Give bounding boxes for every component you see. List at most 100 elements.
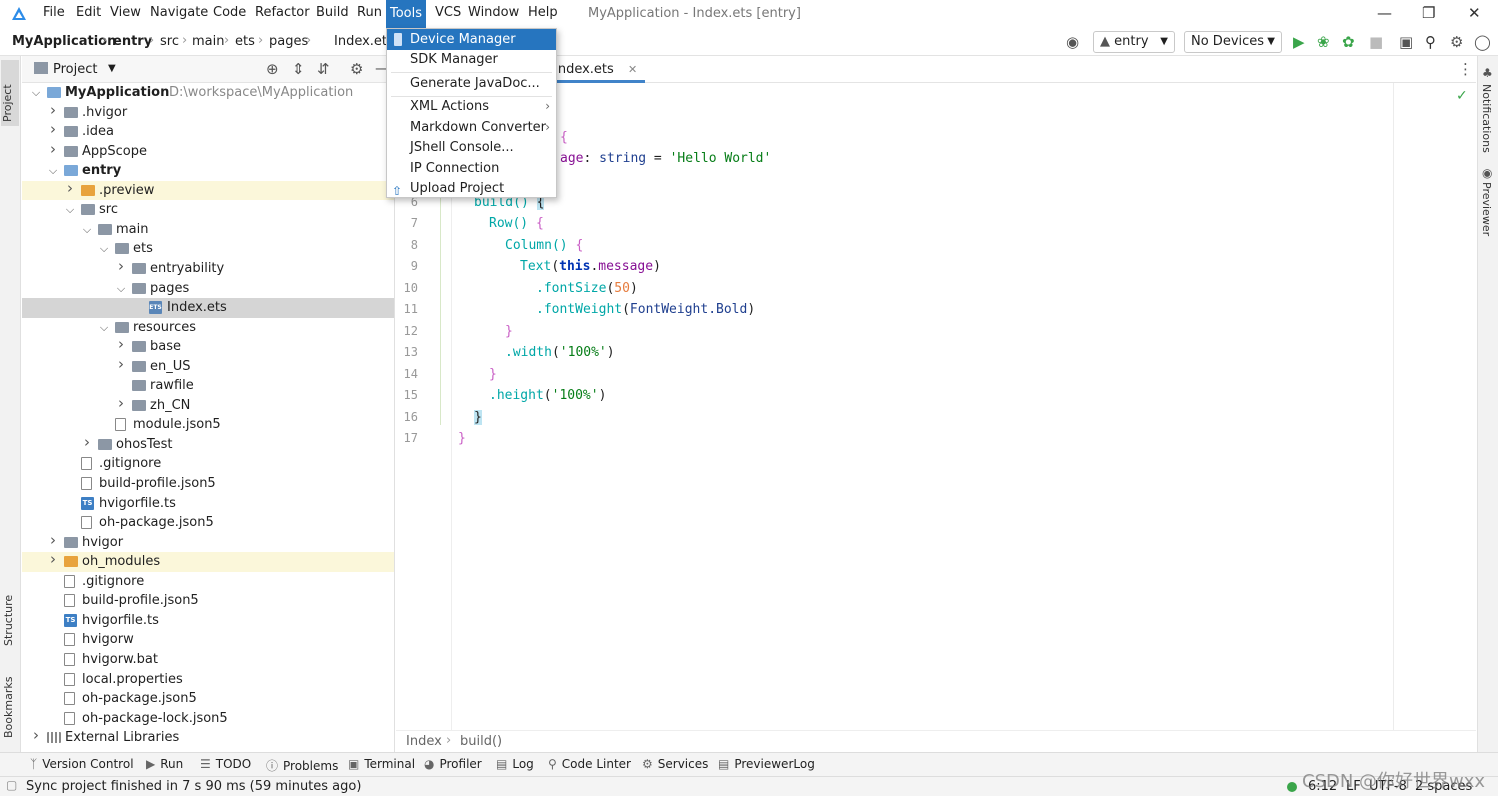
tool-services[interactable]: ⚙ Services: [642, 757, 708, 771]
chevron-right-icon[interactable]: ›: [81, 433, 93, 453]
tree-item[interactable]: .gitignore: [22, 454, 394, 474]
tool-code-linter[interactable]: ⚲ Code Linter: [548, 757, 631, 771]
chevron-right-icon[interactable]: ›: [47, 101, 59, 121]
tool-version-control[interactable]: ᛉ Version Control: [30, 757, 134, 771]
tree-item[interactable]: module.json5: [22, 415, 394, 435]
tree-item[interactable]: ⌵ MyApplication D:\workspace\MyApplication: [22, 83, 394, 103]
menu-view[interactable]: View: [110, 5, 141, 20]
tree-item[interactable]: TS hvigorfile.ts: [22, 494, 394, 514]
no-problems-check-icon[interactable]: ✓: [1456, 88, 1468, 104]
tool-problems[interactable]: ⓘ Problems: [266, 757, 338, 774]
account-icon[interactable]: ◯: [1474, 33, 1491, 51]
chevron-right-icon[interactable]: ›: [47, 120, 59, 140]
gear-icon[interactable]: ⚙: [1450, 33, 1463, 51]
tree-item[interactable]: › External Libraries: [22, 726, 394, 748]
tree-item[interactable]: ⌵ resources: [22, 318, 394, 338]
menu-window[interactable]: Window: [468, 5, 519, 20]
tree-item[interactable]: › hvigor: [22, 531, 394, 553]
breadcrumb-file[interactable]: Index.ets: [334, 34, 394, 49]
debug-icon[interactable]: ❀: [1317, 33, 1330, 51]
chevron-down-icon[interactable]: ⌵: [47, 161, 59, 181]
status-indicator-icon[interactable]: [1287, 782, 1297, 792]
status-message[interactable]: Sync project finished in 7 s 90 ms (59 m…: [26, 779, 361, 794]
menu-item-ip-connection[interactable]: IP Connection: [387, 158, 556, 179]
project-view-title[interactable]: Project: [53, 62, 97, 77]
breadcrumb-entry[interactable]: entry: [113, 34, 152, 49]
menu-item-sdk-manager[interactable]: SDK Manager: [387, 49, 556, 70]
previewer-tool-tab[interactable]: Previewer: [1480, 182, 1493, 236]
editor-crumb-build[interactable]: build(): [460, 734, 502, 749]
chevron-right-icon[interactable]: ›: [47, 550, 59, 570]
menu-edit[interactable]: Edit: [76, 5, 101, 20]
menu-item-upload-project[interactable]: ⇧ Upload Project: [387, 178, 556, 199]
gear-icon[interactable]: ⚙: [350, 60, 363, 78]
tree-item[interactable]: local.properties: [22, 670, 394, 690]
locate-file-icon[interactable]: ⊕: [266, 60, 279, 78]
minimize-icon[interactable]: —: [1377, 4, 1392, 22]
tree-item[interactable]: › .preview: [22, 179, 394, 201]
chevron-down-icon[interactable]: ▼: [108, 63, 116, 74]
bookmarks-tool-tab[interactable]: Bookmarks: [2, 668, 15, 738]
tool-profiler[interactable]: ◕ Profiler: [424, 757, 482, 771]
tool-todo[interactable]: ☰ TODO: [200, 757, 251, 771]
menu-file[interactable]: File: [43, 5, 65, 20]
tree-item[interactable]: oh-package.json5: [22, 513, 394, 533]
status-window-icon[interactable]: ▢: [6, 778, 17, 792]
search-icon[interactable]: ⚲: [1425, 33, 1436, 51]
tree-item[interactable]: ⌵ main: [22, 220, 394, 240]
stop-icon[interactable]: ■: [1369, 33, 1383, 51]
tree-item[interactable]: oh-package-lock.json5: [22, 709, 394, 729]
tree-item[interactable]: › AppScope: [22, 140, 394, 162]
menu-item-markdown-converter[interactable]: Markdown Converter ›: [387, 117, 556, 138]
breadcrumb-project[interactable]: MyApplication: [12, 34, 116, 49]
breadcrumb-ets[interactable]: ets: [235, 34, 255, 49]
menu-item-jshell-console[interactable]: JShell Console...: [387, 137, 556, 158]
tab-index-ets[interactable]: Index.ets ✕: [546, 56, 646, 83]
run-icon[interactable]: ▶: [1293, 33, 1305, 51]
chevron-right-icon[interactable]: ›: [47, 531, 59, 551]
collapse-all-icon[interactable]: ⇵: [317, 60, 330, 78]
tool-run[interactable]: ▶ Run: [146, 757, 183, 771]
chevron-down-icon[interactable]: ⌵: [98, 318, 110, 338]
tree-item[interactable]: ⌵ src: [22, 200, 394, 220]
chevron-right-icon[interactable]: ›: [64, 179, 76, 199]
chevron-right-icon[interactable]: ›: [115, 355, 127, 375]
device-select[interactable]: No Devices ▼: [1184, 31, 1282, 53]
menu-item-generate-javadoc[interactable]: Generate JavaDoc...: [387, 73, 556, 94]
restore-icon[interactable]: ❐: [1422, 4, 1435, 22]
more-options-icon[interactable]: ⋮: [1458, 60, 1473, 78]
code-editor[interactable]: { age: string = 'Hello World' build() { …: [440, 83, 1476, 730]
notifications-tool-tab[interactable]: Notifications: [1480, 84, 1493, 153]
tree-item[interactable]: TS hvigorfile.ts: [22, 611, 394, 631]
menu-tools[interactable]: Tools: [386, 0, 427, 28]
tool-terminal[interactable]: ▣ Terminal: [348, 757, 415, 771]
menu-navigate[interactable]: Navigate: [150, 5, 208, 20]
menu-vcs[interactable]: VCS: [435, 5, 461, 20]
tree-item[interactable]: › base: [22, 335, 394, 357]
tree-item[interactable]: .gitignore: [22, 572, 394, 592]
tree-item[interactable]: ⌵ entry: [22, 161, 394, 181]
tree-item[interactable]: ⌵ ets: [22, 239, 394, 259]
tree-item[interactable]: › ohosTest: [22, 433, 394, 455]
run-config-select[interactable]: ▲ entry ▼: [1093, 31, 1175, 53]
tree-item[interactable]: rawfile: [22, 376, 394, 396]
menu-help[interactable]: Help: [528, 5, 558, 20]
menu-item-device-manager[interactable]: Device Manager: [387, 29, 556, 50]
tree-item[interactable]: › .hvigor: [22, 101, 394, 123]
tool-log[interactable]: ▤ Log: [496, 757, 534, 771]
tree-item[interactable]: oh-package.json5: [22, 689, 394, 709]
breadcrumb-main[interactable]: main: [192, 34, 224, 49]
editor-crumb-index[interactable]: Index: [406, 734, 442, 749]
menu-build[interactable]: Build: [316, 5, 349, 20]
attach-debugger-icon[interactable]: ✿: [1342, 33, 1355, 51]
menu-item-xml-actions[interactable]: XML Actions ›: [387, 96, 556, 117]
chevron-right-icon[interactable]: ›: [115, 257, 127, 277]
expand-all-icon[interactable]: ⇕: [292, 60, 305, 78]
menu-refactor[interactable]: Refactor: [255, 5, 310, 20]
tree-item[interactable]: › oh_modules: [22, 550, 394, 572]
tree-item[interactable]: ⌵ pages: [22, 279, 394, 299]
close-tab-icon[interactable]: ✕: [628, 63, 637, 76]
breadcrumb-src[interactable]: src: [160, 34, 179, 49]
structure-tool-tab[interactable]: Structure: [2, 586, 15, 646]
tree-item[interactable]: build-profile.json5: [22, 591, 394, 611]
